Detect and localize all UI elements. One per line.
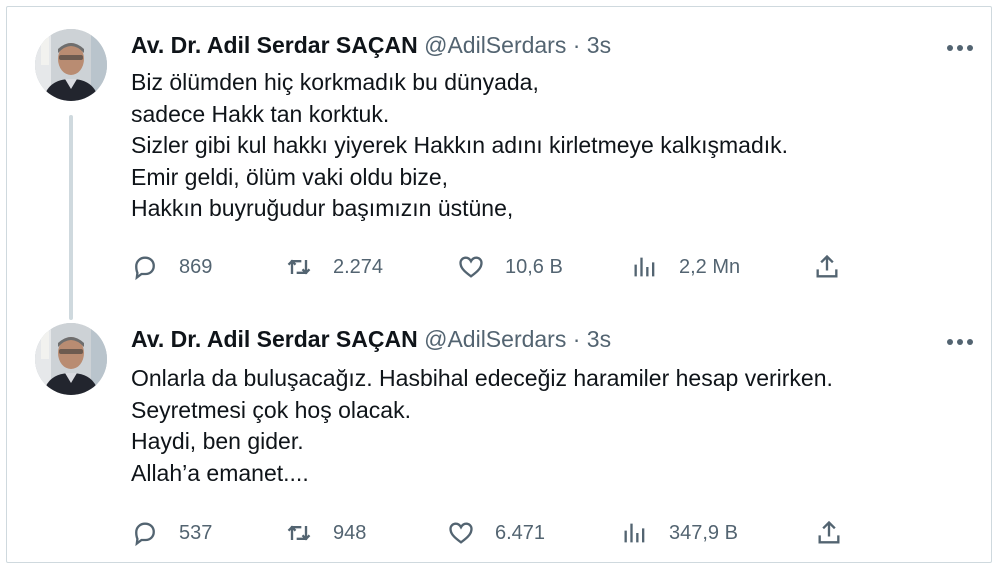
heart-icon [449,522,473,544]
tweet[interactable]: Av. Dr. Adil Serdar SAÇAN @AdilSerdars ·… [7,7,993,320]
tweet-text-line: Biz ölümden hiç korkmadık bu dünyada, [131,69,539,95]
share-button[interactable] [813,251,841,283]
tweet-text-line: Emir geldi, ölüm vaki oldu bize, [131,163,449,190]
retweet-count: 948 [333,521,367,544]
author-name[interactable]: Av. Dr. Adil Serdar SAÇAN [131,326,418,352]
tweet-timestamp[interactable]: 3s [587,32,611,58]
tweet-text-line: sadece Hakk tan korktuk. [131,100,390,127]
view-count: 347,9 B [669,521,738,544]
reply-button[interactable]: 869 [131,251,212,283]
author-name[interactable]: Av. Dr. Adil Serdar SAÇAN [131,32,418,58]
views-icon [634,257,655,277]
tweet-text: Onlarla da buluşacağız. Hasbihal edeceği… [131,363,951,489]
share-icon [818,520,840,544]
separator-dot: · [572,326,581,352]
more-icon[interactable] [943,35,977,61]
views-button[interactable]: 2,2 Mn [631,251,740,283]
tweet-text-line: Sizler gibi kul hakkı yiyerek Hakkın adı… [131,132,789,158]
reply-icon [135,522,155,547]
reply-count: 537 [179,521,213,544]
heart-icon [459,256,483,278]
tweet-actions: 869 2.274 10,6 B 2,2 Mn [131,251,951,283]
tweet-text-line: Onlarla da buluşacağız. Hasbihal edeceği… [131,365,833,391]
tweet-header: Av. Dr. Adil Serdar SAÇAN @AdilSerdars ·… [131,31,611,59]
author-handle[interactable]: @AdilSerdars [424,32,566,58]
share-icon [816,254,838,278]
like-button[interactable]: 6.471 [447,517,545,549]
reply-icon [135,256,155,281]
views-button[interactable]: 347,9 B [621,517,738,549]
separator-dot: · [572,32,581,58]
views-icon [624,523,645,543]
reply-button[interactable]: 537 [131,517,212,549]
like-count: 10,6 B [505,255,563,278]
tweet-text-line: Haydi, ben gider. [131,428,304,454]
tweet-text: Biz ölümden hiç korkmadık bu dünyada, sa… [131,67,951,225]
like-button[interactable]: 10,6 B [457,251,563,283]
reply-count: 869 [179,255,213,278]
tweet[interactable]: Av. Dr. Adil Serdar SAÇAN @AdilSerdars ·… [7,307,993,564]
tweet-header: Av. Dr. Adil Serdar SAÇAN @AdilSerdars ·… [131,325,611,353]
tweet-actions: 537 948 6.471 347,9 B [131,517,951,549]
retweet-button[interactable]: 948 [285,517,366,549]
retweet-button[interactable]: 2.274 [285,251,383,283]
thread-connector-line [69,115,73,320]
like-count: 6.471 [495,521,546,544]
retweet-count: 2.274 [333,255,384,278]
tweet-timestamp[interactable]: 3s [587,326,611,352]
tweet-text-line: Seyretmesi çok hoş olacak. [131,396,411,423]
avatar[interactable] [35,323,107,395]
view-count: 2,2 Mn [679,255,741,278]
tweet-text-line: Allah’a emanet.... [131,459,309,486]
author-handle[interactable]: @AdilSerdars [424,326,566,352]
tweet-text-line: Hakkın buyruğudur başımızın üstüne, [131,195,514,221]
retweet-icon [287,259,311,275]
more-icon[interactable] [943,329,977,355]
share-button[interactable] [815,517,843,549]
retweet-icon [287,525,311,541]
avatar[interactable] [35,29,107,101]
tweet-thread: Av. Dr. Adil Serdar SAÇAN @AdilSerdars ·… [6,6,992,563]
